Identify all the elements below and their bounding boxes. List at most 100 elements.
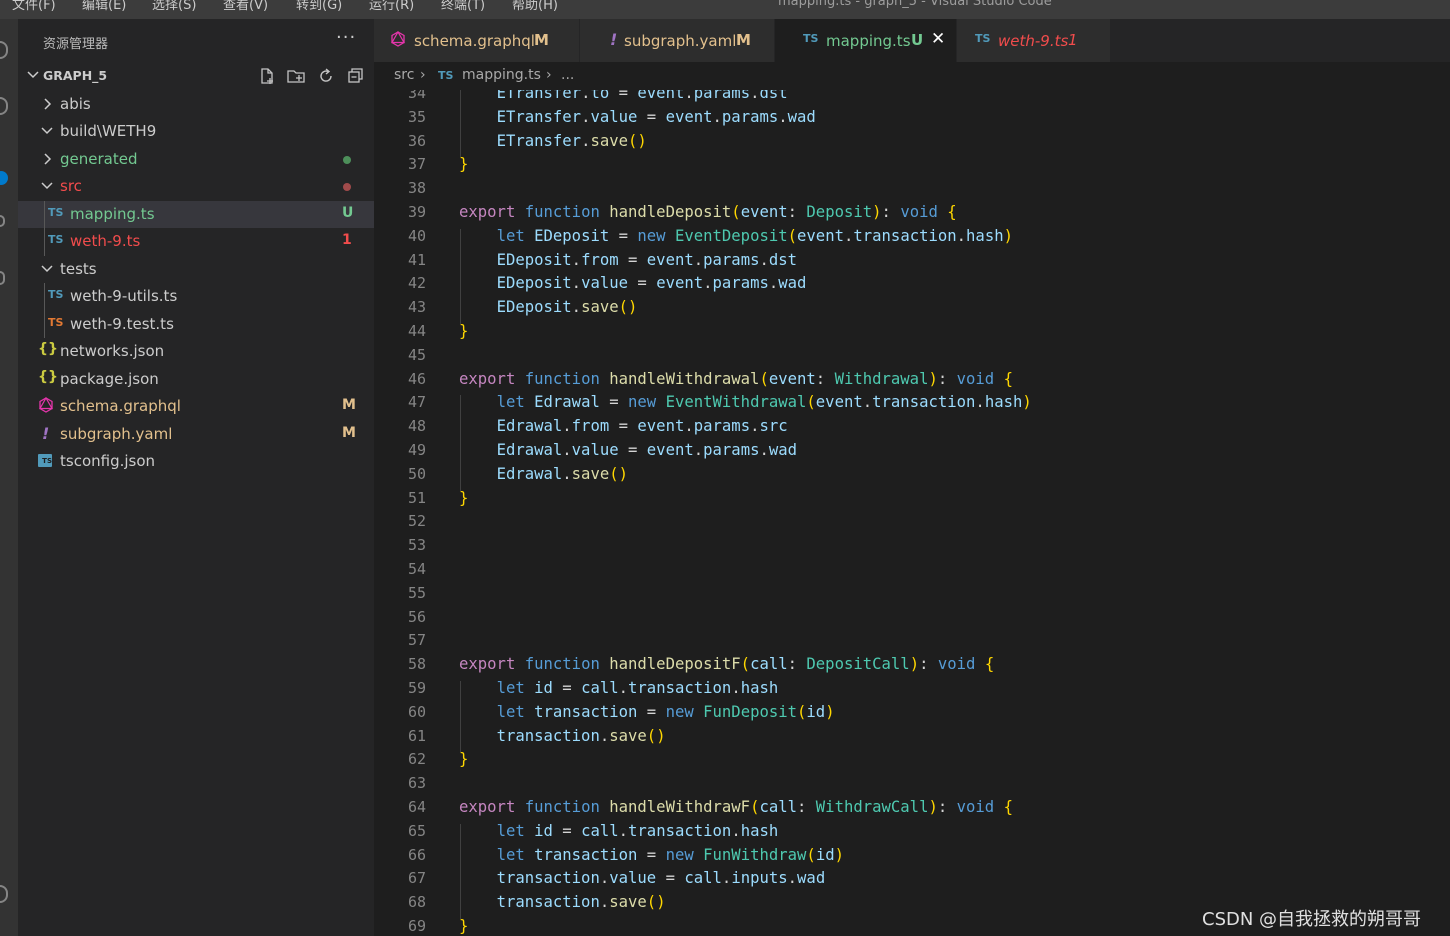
line-number: 69 <box>407 917 426 935</box>
line-number: 43 <box>407 298 426 317</box>
code-text: let id = call.transaction.hash <box>496 821 779 840</box>
line-number: 53 <box>407 536 426 555</box>
refresh-icon[interactable] <box>317 67 335 85</box>
code-line: 44} <box>374 322 1450 348</box>
tree-item-label: tests <box>60 260 97 278</box>
explorer-icon[interactable] <box>0 41 8 59</box>
workspace-header[interactable]: GRAPH_5 <box>18 63 374 90</box>
line-number: 67 <box>407 869 426 888</box>
indent-guide <box>460 228 461 324</box>
tree-item-label: abis <box>60 95 91 113</box>
tree-folder[interactable]: src <box>18 173 374 200</box>
collapse-all-icon[interactable] <box>347 67 365 85</box>
tree-folder[interactable]: build\WETH9 <box>18 118 374 145</box>
tree-file[interactable]: {} package.json <box>18 366 374 393</box>
breadcrumb-file[interactable]: mapping.ts <box>462 67 541 83</box>
menu-item[interactable]: 终端(T) <box>441 0 485 13</box>
code-text: let id = call.transaction.hash <box>496 679 779 697</box>
workspace-name: GRAPH_5 <box>43 68 108 83</box>
code-line: 43 EDeposit.save() <box>374 298 1450 324</box>
tree-folder[interactable]: tests <box>18 256 374 283</box>
tree-folder[interactable]: generated <box>18 146 374 173</box>
search-icon[interactable] <box>0 97 8 115</box>
tree-item-label: generated <box>60 150 138 168</box>
tree-item-label: subgraph.yaml <box>60 425 173 443</box>
indent-guide <box>460 90 461 158</box>
more-actions-icon[interactable]: ··· <box>336 27 356 48</box>
menu-item[interactable]: 编辑(E) <box>82 0 126 13</box>
code-line: 36 ETransfer.save() <box>374 132 1450 158</box>
line-number: 47 <box>407 393 426 412</box>
indent-guide <box>44 283 45 338</box>
code-line: 57 <box>374 631 1450 657</box>
breadcrumb-folder[interactable]: src <box>394 67 414 83</box>
code-text: transaction.save() <box>496 893 666 912</box>
typescript-file-icon: TS <box>438 69 454 82</box>
menu-item[interactable]: 转到(G) <box>296 0 342 13</box>
menu-item[interactable]: 文件(F) <box>12 0 56 13</box>
code-line: 60 let transaction = new FunDeposit(id) <box>374 702 1450 729</box>
code-text: let transaction = new FunWithdraw(id) <box>496 845 844 864</box>
code-line: 50 Edrawal.save() <box>374 464 1450 491</box>
editor-tab[interactable]: TS weth-9.ts 1 <box>957 19 1111 62</box>
git-status-dot <box>343 183 351 191</box>
tree-item-label: build\WETH9 <box>60 122 157 140</box>
explorer-title: 资源管理器 <box>43 37 109 52</box>
tree-file[interactable]: {} networks.json <box>18 338 374 365</box>
code-line: 66 let transaction = new FunWithdraw(id) <box>374 845 1450 872</box>
line-number: 39 <box>407 203 426 221</box>
tab-label: weth-9.ts <box>998 32 1069 50</box>
tree-file[interactable]: TS mapping.ts U <box>18 201 374 228</box>
line-number: 46 <box>407 369 426 388</box>
new-file-icon[interactable] <box>258 67 276 85</box>
account-icon[interactable] <box>0 885 8 903</box>
code-text: EDeposit.value = event.params.wad <box>496 274 807 293</box>
code-line: 67 transaction.value = call.inputs.wad <box>374 869 1450 895</box>
line-number: 66 <box>407 845 426 864</box>
tree-file[interactable]: ! subgraph.yaml M <box>18 421 374 448</box>
tree-file[interactable]: TS tsconfig.json <box>18 448 374 475</box>
code-text: Edrawal.save() <box>496 464 629 483</box>
code-text: ETransfer.value = event.params.wad <box>496 107 816 126</box>
code-text: export function handleDepositF(call: Dep… <box>459 655 995 674</box>
tree-file[interactable]: TS weth-9.test.ts <box>18 311 374 338</box>
editor-tab[interactable]: TS mapping.ts U ✕ <box>775 19 957 62</box>
line-number: 51 <box>407 488 426 507</box>
line-number: 38 <box>407 179 426 198</box>
new-folder-icon[interactable] <box>287 67 305 85</box>
menu-item[interactable]: 帮助(H) <box>512 0 558 13</box>
menu-item[interactable]: 选择(S) <box>152 0 196 13</box>
line-number: 44 <box>407 322 426 340</box>
code-text: let transaction = new FunDeposit(id) <box>496 702 835 721</box>
code-line: 46 export function handleWithdrawal(event… <box>374 369 1450 396</box>
json-file-icon: {} <box>38 369 58 385</box>
code-line: 37} <box>374 155 1450 181</box>
tree-folder[interactable]: abis <box>18 91 374 118</box>
code-line: 41 EDeposit.from = event.params.dst <box>374 251 1450 277</box>
tree-item-label: weth-9.ts <box>70 232 141 250</box>
editor-tab[interactable]: ! subgraph.yaml M <box>580 19 775 62</box>
code-line: 59 let id = call.transaction.hash <box>374 679 1450 705</box>
tree-file[interactable]: TS weth-9.ts 1 <box>18 228 374 255</box>
extensions-icon[interactable] <box>0 271 5 285</box>
tab-bar: schema.graphql M! subgraph.yaml M TS mapping.… <box>374 19 1450 62</box>
tree-item-label: mapping.ts <box>70 205 155 223</box>
run-debug-icon[interactable] <box>0 215 5 227</box>
typescript-file-icon: TS <box>48 233 64 246</box>
indent-guide <box>460 681 461 753</box>
tree-file[interactable]: TS weth-9-utils.ts <box>18 283 374 310</box>
close-icon[interactable]: ✕ <box>931 29 945 49</box>
line-number: 60 <box>407 702 426 721</box>
editor-tab[interactable]: schema.graphql M <box>374 19 580 62</box>
tab-label: subgraph.yaml <box>624 32 737 50</box>
tree-file[interactable]: schema.graphql M <box>18 393 374 420</box>
code-editor[interactable]: 34 ETransfer.to = event.params.dst 35 ETr… <box>374 90 1450 936</box>
menu-item[interactable]: 运行(R) <box>369 0 414 13</box>
source-control-badge-icon[interactable] <box>0 171 8 185</box>
code-line: 52 <box>374 512 1450 538</box>
breadcrumb-symbols[interactable]: ... <box>561 67 574 83</box>
code-line: 35 ETransfer.value = event.params.wad <box>374 107 1450 134</box>
indent-guide <box>44 201 45 256</box>
menu-item[interactable]: 查看(V) <box>223 0 268 13</box>
line-number: 40 <box>407 226 426 245</box>
